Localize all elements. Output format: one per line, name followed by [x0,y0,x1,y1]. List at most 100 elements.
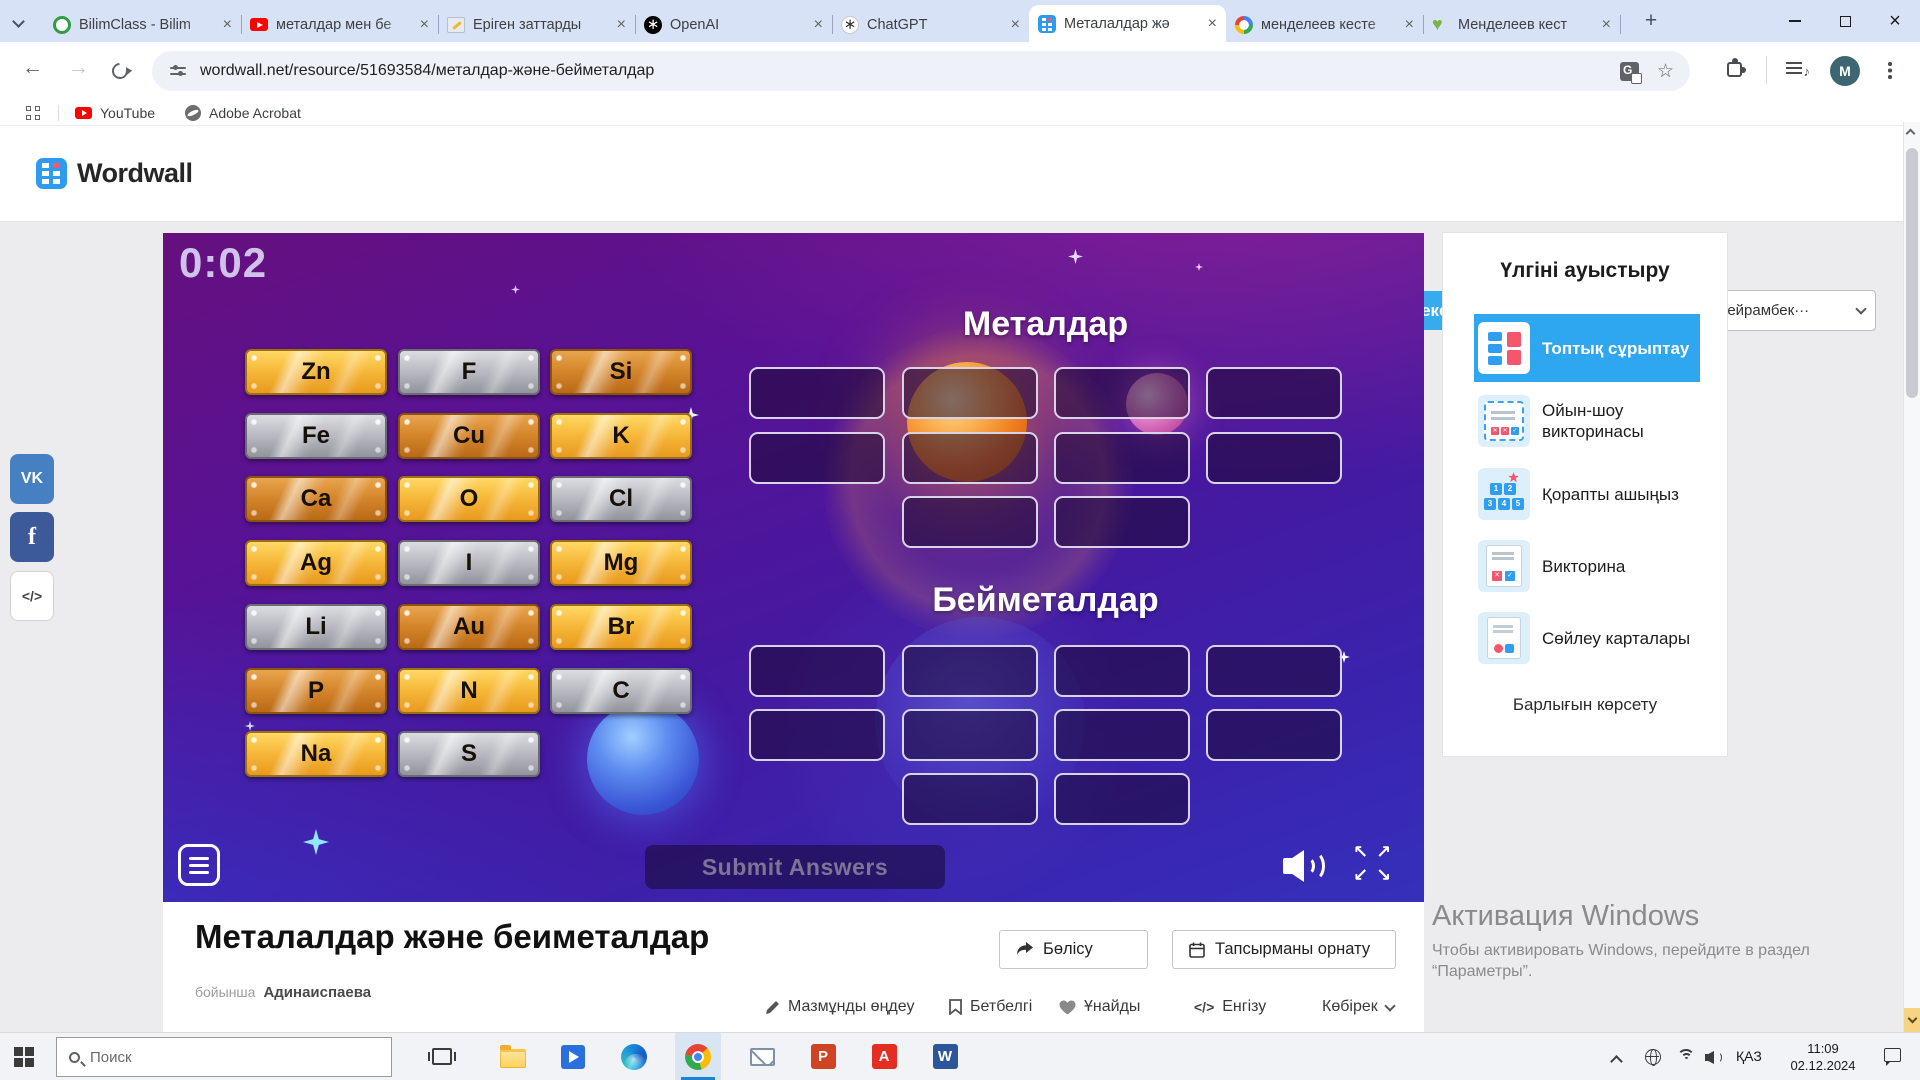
forward-button[interactable]: → [68,56,89,80]
scroll-up-arrow[interactable] [1907,124,1914,142]
more-action[interactable]: Көбірек [1322,998,1394,1016]
element-tile-Zn[interactable]: Zn [245,349,387,395]
browser-tab[interactable]: металдар мен бе× [241,7,438,42]
start-button[interactable] [14,1047,34,1067]
element-tile-Au[interactable]: Au [398,604,540,650]
share-facebook-button[interactable]: f [10,512,54,562]
share-button[interactable]: Бөлісу [999,930,1148,969]
answer-slot[interactable] [1054,709,1190,761]
answer-slot[interactable] [902,496,1038,548]
browser-tab[interactable]: OpenAI× [635,7,832,42]
element-tile-Ag[interactable]: Ag [245,540,387,586]
element-tile-Cu[interactable]: Cu [398,413,540,459]
answer-slot[interactable] [902,432,1038,484]
extensions-icon[interactable] [1727,62,1742,77]
element-tile-Cl[interactable]: Cl [550,476,692,522]
answer-slot[interactable] [1054,496,1190,548]
tab-search-chevron-icon[interactable] [14,13,32,31]
element-tile-C[interactable]: C [550,668,692,714]
answer-slot[interactable] [749,432,885,484]
share-vk-button[interactable]: VK [10,454,54,504]
tray-show-hidden-icons[interactable] [1612,1053,1621,1071]
taskbar-file-explorer[interactable] [490,1033,536,1080]
element-tile-I[interactable]: I [398,540,540,586]
address-bar[interactable]: wordwall.net/resource/51693584/металдар-… [152,51,1690,91]
scrollbar-thumb[interactable] [1906,148,1918,398]
tab-close-icon[interactable]: × [814,17,823,33]
answer-slot[interactable] [749,645,885,697]
template-option-open-the-box[interactable]: 12 345 Қорапты ашыңыз [1476,462,1698,526]
answer-slot[interactable] [1054,432,1190,484]
element-tile-P[interactable]: P [245,668,387,714]
profile-avatar[interactable]: M [1830,56,1860,86]
element-tile-K[interactable]: K [550,413,692,459]
set-assignment-button[interactable]: Тапсырманы орнату [1172,930,1396,969]
embed-code-button[interactable]: </> [10,571,54,621]
taskbar-movies-app[interactable] [550,1033,596,1080]
url-text[interactable]: wordwall.net/resource/51693584/металдар-… [200,62,1620,80]
taskbar-search-input[interactable]: Поиск [56,1037,392,1077]
scroll-down-arrow[interactable] [1904,1008,1920,1032]
template-option-group-sort[interactable]: Топтық сұрыптау [1476,316,1698,380]
tab-close-icon[interactable]: × [617,17,626,33]
answer-slot[interactable] [1054,367,1190,419]
element-tile-Ca[interactable]: Ca [245,476,387,522]
fullscreen-icon[interactable]: ↖↗↙↘ [1349,841,1395,887]
game-canvas[interactable]: 0:02 Металдар Бейметалдар Submit Answers… [163,233,1424,902]
apps-grid-icon[interactable] [26,106,40,120]
game-menu-button[interactable] [178,844,220,886]
wifi-icon[interactable] [1676,1049,1696,1065]
back-button[interactable]: ← [22,56,43,80]
element-tile-Si[interactable]: Si [550,349,692,395]
tab-close-icon[interactable]: × [420,17,429,33]
bookmark-action[interactable]: Бетбелгі [949,998,1032,1016]
element-tile-F[interactable]: F [398,349,540,395]
element-tile-S[interactable]: S [398,731,540,777]
bookmark-adobe-acrobat[interactable]: Adobe Acrobat [185,105,301,121]
answer-slot[interactable] [1054,645,1190,697]
show-all-templates-link[interactable]: Барлығын көрсету [1443,695,1727,715]
element-tile-Br[interactable]: Br [550,604,692,650]
element-tile-Fe[interactable]: Fe [245,413,387,459]
browser-tab[interactable]: Менделеев кест× [1423,7,1620,42]
bookmark-youtube[interactable]: YouTube [75,105,155,121]
browser-tab[interactable]: менделеев кесте× [1226,7,1423,42]
sound-icon[interactable] [1281,845,1327,887]
answer-slot[interactable] [1206,645,1342,697]
tab-close-icon[interactable]: × [1208,16,1217,32]
answer-slot[interactable] [1206,432,1342,484]
volume-icon[interactable] [1705,1050,1725,1065]
element-tile-Mg[interactable]: Mg [550,540,692,586]
element-tile-O[interactable]: O [398,476,540,522]
answer-slot[interactable] [1206,709,1342,761]
tab-close-icon[interactable]: × [1011,17,1020,33]
tab-close-icon[interactable]: × [223,17,232,33]
window-close-button[interactable]: × [1870,0,1920,42]
browser-tab[interactable]: ChatGPT× [832,7,1029,42]
submit-answers-button[interactable]: Submit Answers [645,845,945,889]
answer-slot[interactable] [902,645,1038,697]
taskbar-word[interactable]: W [922,1033,968,1080]
answer-slot[interactable] [1054,773,1190,825]
reload-button[interactable] [109,60,132,83]
answer-slot[interactable] [902,709,1038,761]
answer-slot[interactable] [902,367,1038,419]
taskbar-chrome[interactable] [675,1033,721,1080]
clock[interactable]: 11:09 02.12.2024 [1778,1040,1868,1074]
new-tab-button[interactable]: + [1636,8,1666,36]
tab-close-icon[interactable]: × [1405,17,1414,33]
browser-tab[interactable]: BilimClass - Bilim× [44,7,241,42]
translate-icon[interactable] [1620,62,1639,81]
window-minimize-button[interactable] [1770,0,1820,42]
answer-slot[interactable] [1206,367,1342,419]
element-tile-N[interactable]: N [398,668,540,714]
taskbar-powerpoint[interactable]: P [800,1033,846,1080]
page-scrollbar[interactable] [1903,122,1920,1032]
media-controls-icon[interactable] [1786,62,1802,64]
taskbar-edge[interactable] [611,1033,657,1080]
language-indicator[interactable]: ҚАЗ [1736,1048,1762,1064]
wordwall-logo[interactable]: Wordwall [36,158,193,189]
template-option-speaking-cards[interactable]: Сөйлеу карталары [1476,606,1698,670]
taskbar-mail[interactable] [739,1033,785,1080]
element-tile-Li[interactable]: Li [245,604,387,650]
